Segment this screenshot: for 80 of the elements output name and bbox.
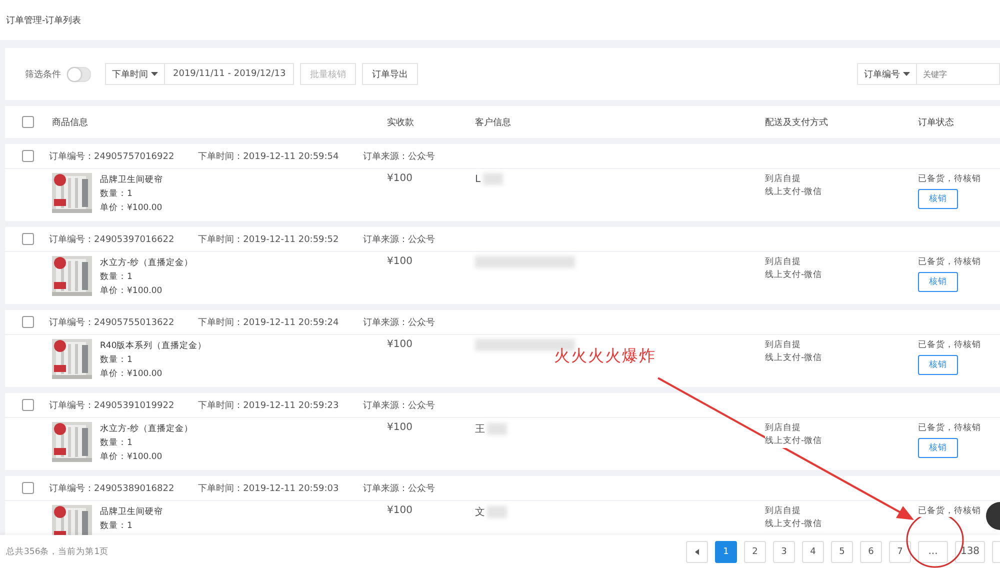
blurred-text	[487, 423, 507, 435]
filter-label: 筛选条件	[25, 68, 61, 80]
quantity: 数量：1	[100, 354, 134, 367]
page-button[interactable]: 3	[773, 540, 795, 562]
select-all-checkbox[interactable]	[22, 116, 34, 128]
product-name: 品牌卫生间硬帘	[100, 506, 163, 519]
order-time: 下单时间：2019-12-11 20:59:24	[198, 316, 339, 328]
order-source: 订单来源：公众号	[362, 234, 435, 246]
blurred-text	[487, 506, 507, 518]
payment-method: 线上支付-微信	[765, 435, 822, 448]
order-status: 已备货，待核销	[918, 422, 981, 434]
order-status: 已备货，待核销	[918, 173, 981, 185]
toggle-switch[interactable]	[67, 66, 91, 82]
page-button[interactable]: 6	[860, 540, 882, 562]
order-time: 下单时间：2019-12-11 20:59:03	[198, 482, 339, 494]
column-header: 订单状态	[918, 116, 955, 128]
column-header: 商品信息	[52, 116, 89, 128]
order-time: 下单时间：2019-12-11 20:59:54	[198, 150, 339, 162]
unit-price: 单价：¥100.00	[100, 451, 164, 464]
quantity: 数量：1	[100, 520, 134, 533]
order-source: 订单来源：公众号	[362, 400, 435, 412]
export-button[interactable]: 订单导出	[362, 63, 418, 85]
row-checkbox[interactable]	[22, 316, 34, 328]
amount: ¥100	[387, 256, 414, 267]
page-button[interactable]: ...	[918, 540, 948, 562]
order-number: 订单编号：24905755013622	[49, 316, 174, 328]
order-number: 订单编号：24905757016922	[49, 150, 174, 162]
order-status: 已备货，待核销	[918, 505, 981, 517]
left-caret-icon	[695, 548, 699, 554]
product-name: 水立方-纱（直播定金）	[100, 256, 194, 270]
row-checkbox[interactable]	[22, 150, 34, 162]
page-button[interactable]: 4	[802, 540, 824, 562]
row-checkbox[interactable]	[22, 233, 34, 245]
column-header: 配送及支付方式	[765, 116, 829, 128]
order-source: 订单来源：公众号	[362, 482, 435, 494]
breadcrumb: 订单管理-订单列表	[5, 14, 82, 28]
page-button[interactable]: 138	[955, 540, 985, 562]
total-summary: 总共356条，当前为第1页	[6, 546, 109, 558]
order-status: 已备货，待核销	[918, 339, 981, 351]
amount: ¥100	[387, 422, 414, 433]
amount: ¥100	[387, 505, 414, 516]
order-status: 已备货，待核销	[918, 256, 981, 268]
row-checkbox[interactable]	[22, 399, 34, 411]
amount: ¥100	[387, 339, 414, 350]
search-field[interactable]: 订单编号 关键字	[857, 63, 1000, 85]
product-name: 水立方-纱（直播定金）	[100, 422, 194, 436]
unit-price: 单价：¥100.00	[100, 202, 163, 215]
customer-name: 文	[475, 506, 485, 519]
order-number: 订单编号：24905391019922	[49, 400, 174, 412]
unit-price: 单价：¥100.00	[100, 368, 164, 381]
blurred-text	[482, 173, 503, 185]
quantity: 数量：1	[100, 437, 134, 450]
order-time: 下单时间：2019-12-11 20:59:52	[198, 234, 339, 246]
column-header: 客户信息	[475, 116, 512, 128]
column-header: 实收款	[387, 116, 415, 128]
amount: ¥100	[387, 173, 414, 184]
order-source: 订单来源：公众号	[362, 150, 435, 162]
product-name: 品牌卫生间硬帘	[100, 174, 163, 187]
customer-name: 王	[475, 423, 485, 436]
order-source: 订单来源：公众号	[362, 316, 435, 328]
row-checkbox[interactable]	[22, 482, 34, 494]
verify-button[interactable]: 核销	[918, 355, 958, 375]
product-name: R40版本系列（直播定金）	[100, 340, 207, 353]
customer-name: L	[475, 174, 481, 184]
prev-page-button[interactable]	[686, 540, 708, 562]
verify-button[interactable]: 核销	[918, 438, 958, 458]
order-time: 下单时间：2019-12-11 20:59:23	[198, 400, 339, 412]
verify-button[interactable]: 核销	[918, 189, 958, 209]
order-number: 订单编号：24905389016822	[49, 482, 174, 494]
page-button[interactable]: 2	[744, 540, 766, 562]
quantity: 数量：1	[100, 271, 134, 284]
page-button[interactable]: 1	[715, 540, 737, 562]
quantity: 数量：1	[100, 188, 134, 201]
unit-price: 单价：¥100.00	[100, 285, 164, 298]
page-button[interactable]: 7	[889, 540, 911, 562]
annotation-text: 火火火火爆炸	[554, 346, 656, 367]
page-button[interactable]: 5	[831, 540, 853, 562]
verify-button[interactable]: 核销	[918, 272, 958, 292]
order-number: 订单编号：24905397016622	[49, 234, 174, 246]
caret-icon	[903, 72, 910, 76]
